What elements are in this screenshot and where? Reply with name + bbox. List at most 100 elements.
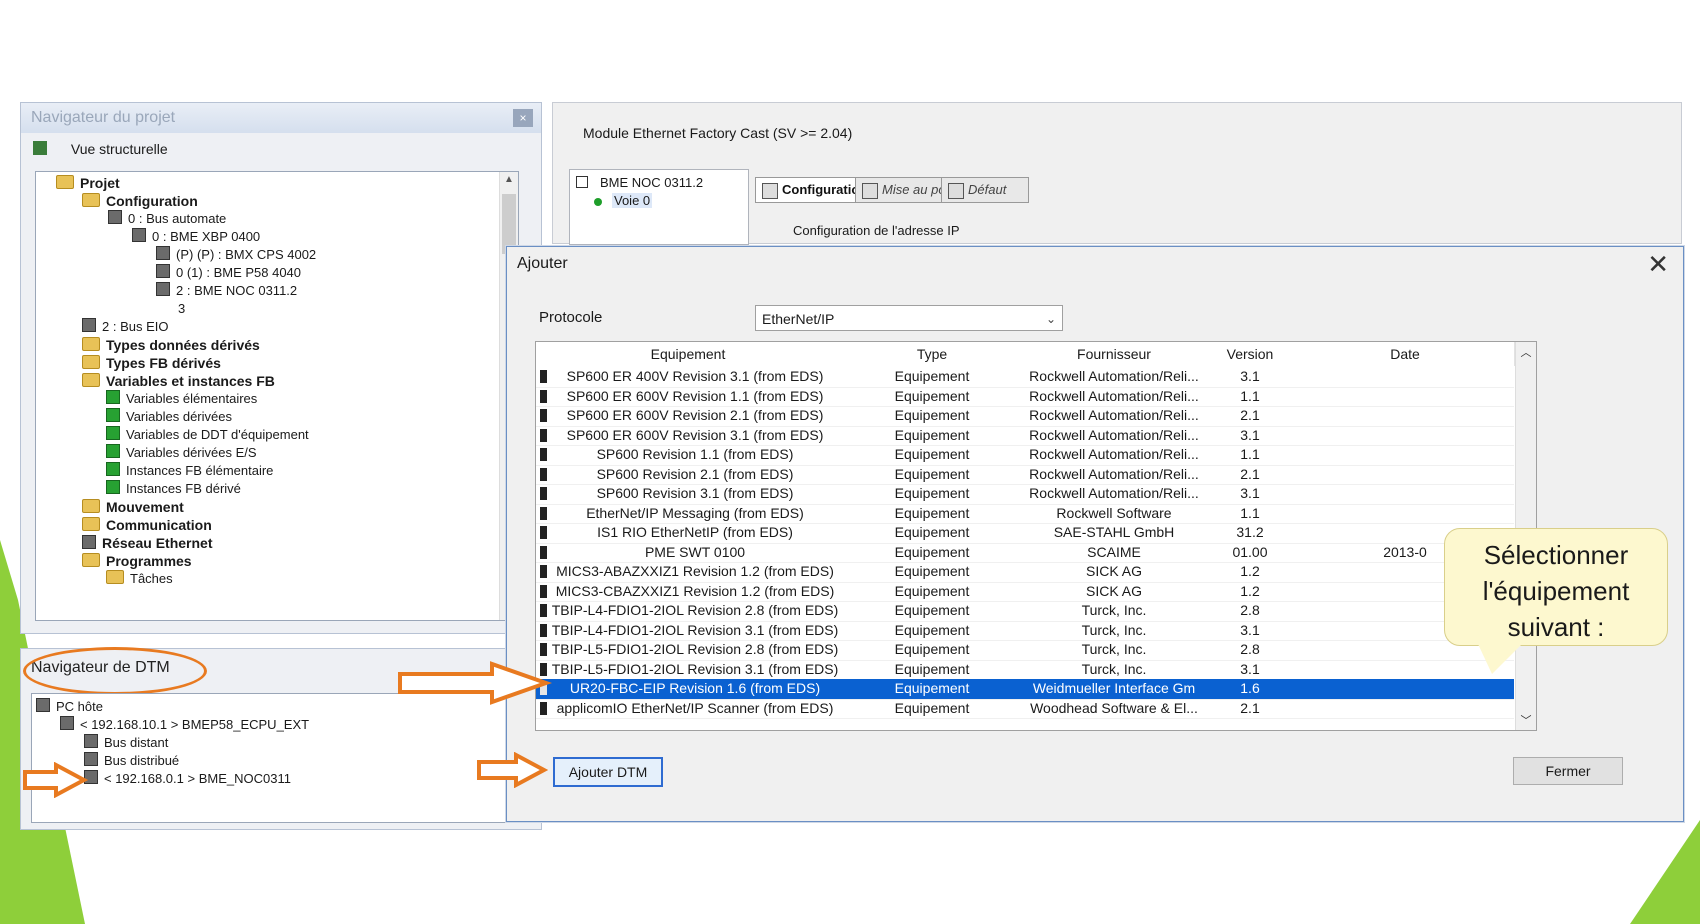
table-row[interactable]: TBIP-L4-FDIO1-2IOL Revision 2.8 (from ED… [536,601,1514,622]
close-icon[interactable]: ✕ [1647,249,1669,280]
table-row[interactable]: SP600 Revision 3.1 (from EDS) Equipement R… [536,484,1514,505]
table-cell-type: Equipement [894,524,970,540]
table-cell-version: 3.1 [1240,485,1260,501]
table-cell-version: 1.6 [1240,680,1260,696]
structure-view-icon [33,141,47,155]
table-cell-name: SP600 Revision 3.1 (from EDS) [596,485,794,501]
table-cell-version: 2.1 [1240,407,1260,423]
dtm-tree-item-label: Bus distribué [104,753,180,768]
arrow-icon [477,752,548,788]
table-row[interactable]: SP600 ER 600V Revision 3.1 (from EDS) Equ… [536,426,1514,446]
column-header[interactable]: Fournisseur [1024,342,1205,366]
tree-item[interactable]: 2 : Bus EIO [82,318,168,336]
add-dtm-button[interactable]: Ajouter DTM [553,757,663,787]
close-icon[interactable]: × [513,109,533,127]
column-header[interactable]: Version [1204,342,1297,366]
scroll-up-icon[interactable]: ︿ [1516,344,1536,360]
dtm-tree-item[interactable]: < 192.168.0.1 > BME_NOC0311 [84,770,291,788]
table-cell-name: UR20-FBC-EIP Revision 1.6 (from EDS) [569,680,821,696]
tree-item[interactable]: Variables élémentaires [106,390,257,408]
callout-line: Sélectionner [1483,540,1629,570]
scroll-up-icon[interactable]: ▲ [500,174,518,185]
table-cell-type: Equipement [894,543,970,560]
variable-icon [106,444,120,458]
table-row[interactable]: MICS3-ABAZXXIZ1 Revision 1.2 (from EDS) E… [536,562,1514,583]
instruction-callout: Sélectionner l'équipement suivant : [1444,528,1668,646]
folder-icon [82,337,100,351]
table-cell-type: Equipement [894,465,970,482]
column-header[interactable]: Equipement [536,342,841,366]
rack-icon [132,228,146,242]
table-row[interactable]: TBIP-L4-FDIO1-2IOL Revision 3.1 (from ED… [536,621,1514,641]
folder-icon [56,175,74,189]
table-cell-vendor: Rockwell Automation/Reli... [1029,446,1199,462]
tree-item[interactable]: 0 (1) : BME P58 4040 [156,264,301,282]
table-row[interactable]: UR20-FBC-EIP Revision 1.6 (from EDS) Equi… [536,679,1514,700]
protocol-select[interactable]: EtherNet/IP ⌄ [755,305,1063,331]
table-row[interactable]: SP600 ER 400V Revision 3.1 (from EDS) Equ… [536,367,1514,388]
dtm-tree-item[interactable]: Bus distribué [84,752,179,770]
tree-item[interactable]: 0 : Bus automate [108,210,226,228]
column-header[interactable]: Type [840,342,1025,366]
table-cell-vendor: Rockwell Automation/Reli... [1029,465,1199,482]
module-tree-item[interactable]: BME NOC 0311.2 [576,174,703,192]
tree-item-label: Communication [106,517,212,533]
tree-item[interactable]: Programmes [82,552,192,570]
table-row[interactable]: SP600 Revision 2.1 (from EDS) Equipement R… [536,465,1514,485]
table-row[interactable]: IS1 RIO EtherNetIP (from EDS) Equipement S… [536,523,1514,544]
dtm-tree-item[interactable]: Bus distant [84,734,168,752]
table-row[interactable]: TBIP-L5-FDIO1-2IOL Revision 3.1 (from ED… [536,660,1514,680]
tree-item[interactable]: (P) (P) : BMX CPS 4002 [156,246,316,264]
tree-item[interactable]: Communication [82,516,212,534]
tree-item[interactable]: Variables dérivées E/S [106,444,257,462]
tree-item[interactable]: Réseau Ethernet [82,534,212,552]
tree-item-label: 2 : Bus EIO [102,319,169,334]
column-header[interactable]: Date [1296,342,1515,366]
tree-item[interactable]: Variables dérivées [106,408,232,426]
dtm-tree-item[interactable]: PC hôte [36,698,103,716]
tree-item[interactable]: Types données dérivés [82,336,260,354]
table-row[interactable]: applicomIO EtherNet/IP Scanner (from EDS… [536,699,1514,719]
tree-item[interactable]: Tâches [106,570,173,588]
module-tree-item[interactable]: Voie 0 [594,192,653,210]
table-row[interactable]: SP600 Revision 1.1 (from EDS) Equipement R… [536,445,1514,466]
tree-item[interactable]: Mouvement [82,498,184,516]
table-cell-version: 3.1 [1240,621,1260,638]
dtm-tree[interactable]: PC hôte < 192.168.10.1 > BMEP58_ECPU_EXT B… [31,693,533,823]
table-cell-version: 2.8 [1240,641,1260,657]
tree-item[interactable]: 2 : BME NOC 0311.2 [156,282,297,300]
table-row[interactable]: TBIP-L5-FDIO1-2IOL Revision 2.8 (from ED… [536,640,1514,661]
device-table[interactable]: Equipement Type Fournisseur Version Date… [535,341,1537,731]
table-row[interactable]: MICS3-CBAZXXIZ1 Revision 1.2 (from EDS) E… [536,582,1514,602]
table-cell-type: Equipement [894,602,970,618]
tree-item[interactable]: Configuration [82,192,198,210]
tree-item[interactable]: Projet [56,174,120,192]
device-icon [540,623,547,637]
project-tree[interactable]: ▲ Projet Configuration 0 : Bus automate 0 :… [35,171,519,621]
tab-fault[interactable]: Défaut [941,177,1029,203]
table-cell-vendor: Rockwell Software [1056,504,1172,521]
table-cell-type: Equipement [894,446,970,462]
table-row[interactable]: PME SWT 0100 Equipement SCAIME 01.00 2013-0 [536,543,1514,563]
device-icon [540,506,547,520]
scroll-thumb[interactable] [502,194,516,254]
module-tree[interactable]: BME NOC 0311.2 Voie 0 [569,169,749,245]
tree-item[interactable]: 3 [156,300,185,318]
dtm-tree-item[interactable]: < 192.168.10.1 > BMEP58_ECPU_EXT [60,716,309,734]
tree-item[interactable]: Variables de DDT d'équipement [106,426,309,444]
table-row[interactable]: SP600 ER 600V Revision 2.1 (from EDS) Equ… [536,406,1514,427]
table-cell-version: 2.1 [1240,699,1260,716]
tree-item[interactable]: Instances FB élémentaire [106,462,273,480]
table-cell-vendor: Turck, Inc. [1081,602,1147,618]
tree-item[interactable]: 0 : BME XBP 0400 [132,228,260,246]
close-button[interactable]: Fermer [1513,757,1623,785]
tree-item[interactable]: Types FB dérivés [82,354,221,372]
fault-icon [948,183,964,199]
scroll-down-icon[interactable]: ﹀ [1516,712,1536,728]
table-row[interactable]: SP600 ER 600V Revision 1.1 (from EDS) Equ… [536,387,1514,407]
tree-item[interactable]: Variables et instances FB [82,372,275,390]
table-row[interactable]: EtherNet/IP Messaging (from EDS) Equipeme… [536,504,1514,524]
table-cell-type: Equipement [894,621,970,638]
tree-item[interactable]: Instances FB dérivé [106,480,241,498]
bus-icon [60,716,74,730]
